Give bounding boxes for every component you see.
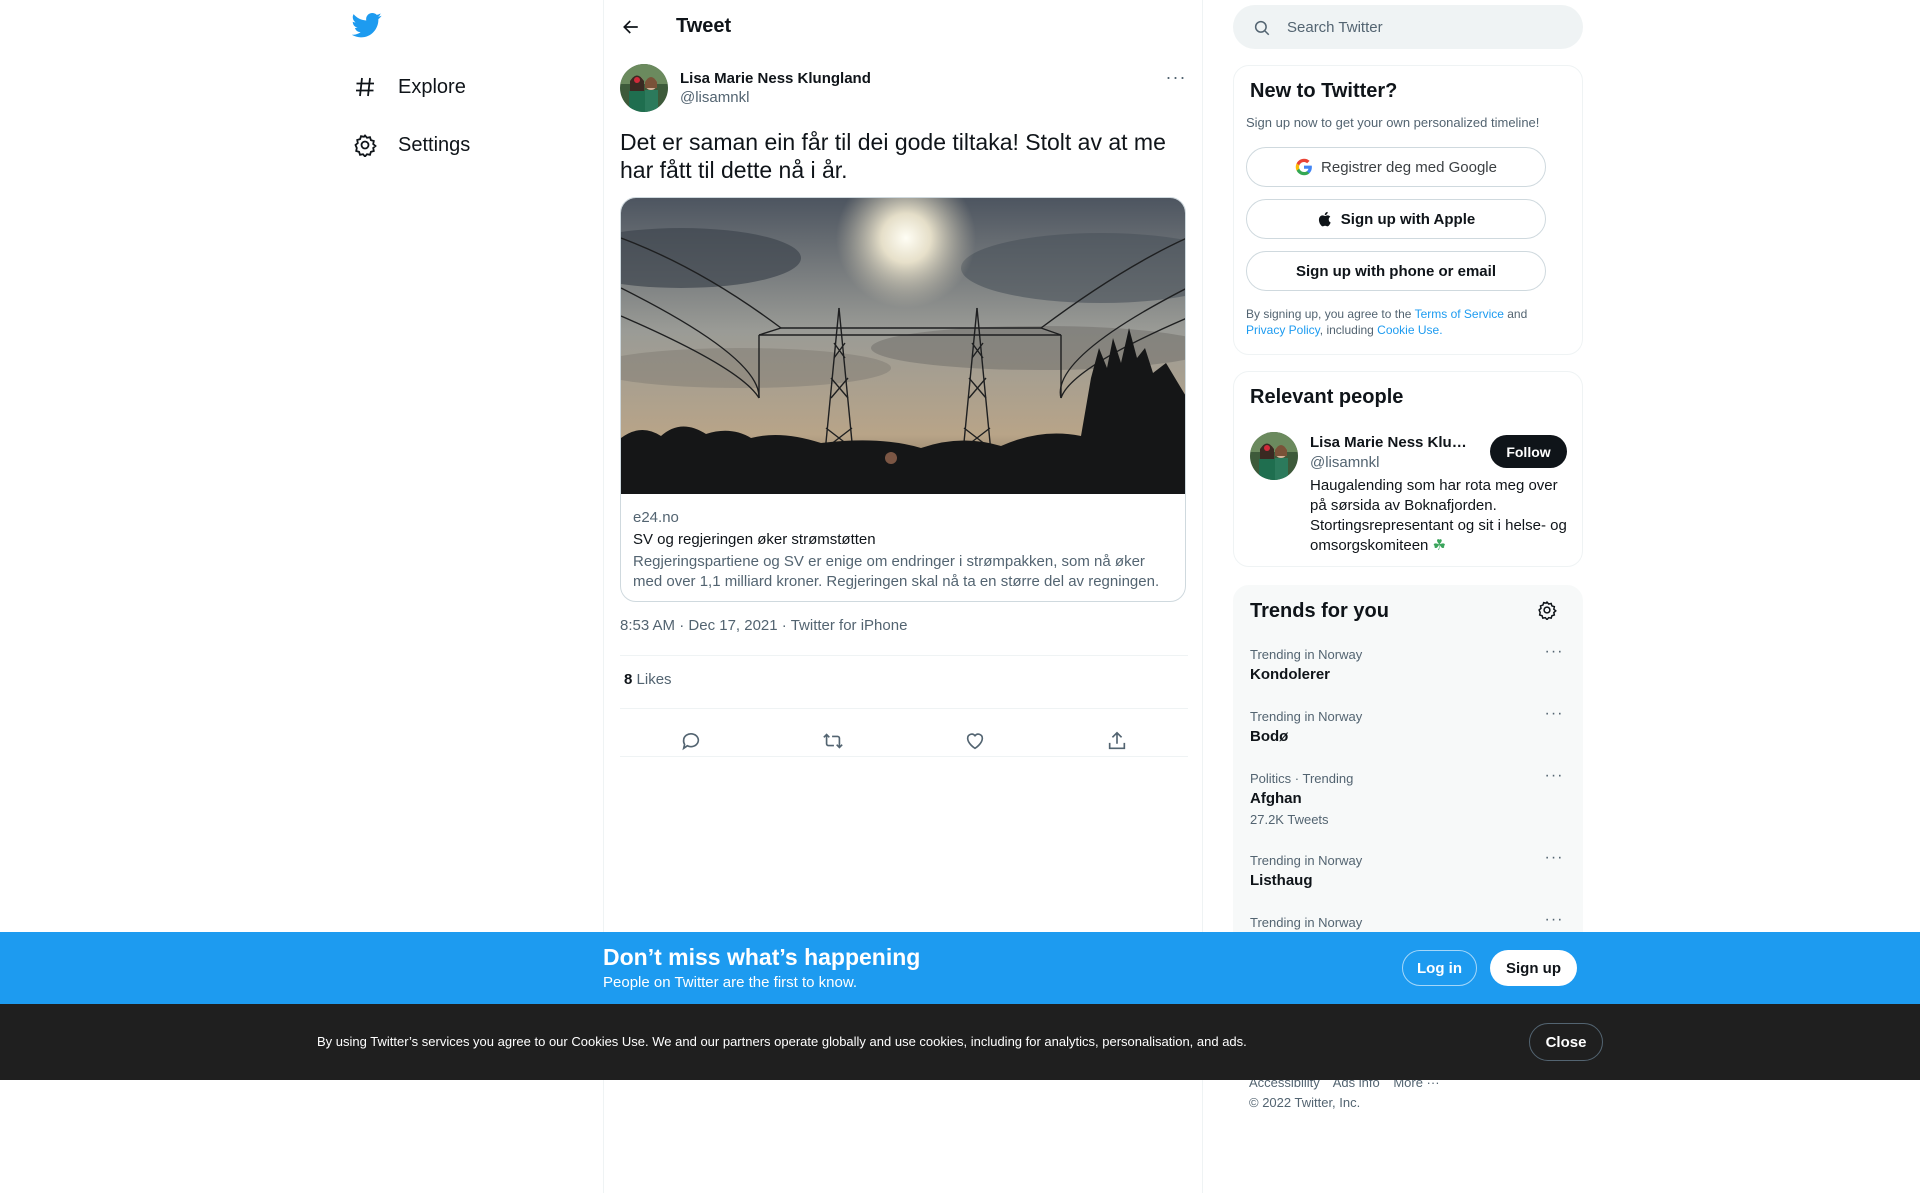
signup-button[interactable]: Sign up [1490,950,1577,986]
google-icon [1295,158,1313,176]
nav-settings-label: Settings [398,133,471,156]
cookie-text: By using Twitter’s services you agree to… [317,1034,1247,1049]
more-options-icon[interactable]: ··· [1164,68,1188,94]
settings-gear-icon[interactable] [1537,600,1559,622]
terms-link[interactable]: Terms of Service [1415,307,1504,321]
link-card[interactable]: e24.no SV og regjeringen øker strømstøtt… [620,197,1186,602]
divider [620,655,1188,656]
apple-signup-button[interactable]: Sign up with Apple [1246,199,1546,239]
likes-label: Likes [636,671,672,688]
meta-separator: · [777,617,791,634]
share-icon[interactable] [1046,718,1188,764]
banner-title: Don’t miss what’s happening [603,944,921,970]
tweet-author: Lisa Marie Ness Klungland @lisamnkl ··· [620,64,1188,114]
search-input[interactable] [1287,16,1557,38]
new-to-twitter-panel: New to Twitter? Sign up now to get your … [1233,65,1583,355]
twitter-bird-icon[interactable] [351,10,386,44]
card-domain: e24.no [633,509,679,526]
divider [620,708,1188,709]
google-signup-button[interactable]: Registrer deg med Google [1246,147,1546,187]
tweet-meta: 8:53 AM · Dec 17, 2021 · Twitter for iPh… [620,617,907,634]
card-description: Regjeringspartiene og SV er enige om end… [633,553,1160,590]
nav-settings[interactable]: Settings [352,125,470,165]
divider [620,756,1188,757]
legal-text: By signing up, you agree to the [1246,307,1415,321]
login-button[interactable]: Log in [1402,950,1477,986]
panel-title: Relevant people [1250,386,1404,408]
likes-count: 8 [624,671,633,688]
phone-email-signup-button[interactable]: Sign up with phone or email [1246,251,1546,291]
trend-category: Trending in Norway [1250,647,1363,662]
relevant-people-panel: Relevant people Lisa Marie Ness Klunglan… [1233,371,1583,567]
avatar[interactable] [1250,432,1298,480]
trend-category: Trending in Norway [1250,709,1363,724]
search-icon [1254,20,1270,36]
signup-banner: Don’t miss what’s happening People on Tw… [0,932,1920,1004]
google-signup-label: Registrer deg med Google [1321,158,1497,176]
relevant-person-bio: Haugalending som har rota meg over på sø… [1310,476,1572,556]
avatar[interactable] [620,64,668,112]
cookie-bar: By using Twitter’s services you agree to… [0,1004,1920,1080]
clover-emoji-icon: ☘ [1432,537,1447,554]
meta-separator: · [675,617,689,634]
tweet-actions [620,718,1188,764]
relevant-person-handle[interactable]: @lisamnkl [1310,454,1379,471]
search-bar [1233,5,1583,49]
cookie-link[interactable]: Cookie Use. [1377,323,1442,337]
tweet-source[interactable]: Twitter for iPhone [791,617,908,634]
retweet-icon[interactable] [762,718,904,764]
apple-signup-label: Sign up with Apple [1340,210,1476,228]
panel-title: Trends for you [1250,600,1389,622]
new-to-twitter-subtitle: Sign up now to get your own personalized… [1246,115,1540,130]
tweet-time[interactable]: 8:53 AM [620,617,675,634]
relevant-person-name[interactable]: Lisa Marie Ness Klungland [1310,434,1475,451]
legal-text: , including [1319,323,1378,337]
card-title: SV og regjeringen øker strømstøtten [633,531,876,548]
copyright: © 2022 Twitter, Inc. [1249,1095,1361,1110]
trend-name: Kondolerer [1250,666,1331,683]
back-arrow-icon[interactable] [618,14,644,40]
more-options-icon[interactable]: ··· [1544,912,1564,931]
trend-name: Bodø [1250,728,1289,745]
nav-explore-label: Explore [398,75,466,98]
trend-category: Trending in Norway [1250,853,1363,868]
signup-legal-text: By signing up, you agree to the Terms of… [1246,306,1566,338]
phone-email-signup-label: Sign up with phone or email [1295,262,1496,280]
trend-count: 27.2K Tweets [1250,812,1329,827]
legal-text: and [1503,307,1528,321]
tweet-text: Det er saman ein får til dei gode tiltak… [620,129,1166,183]
hashtag-icon [352,74,378,100]
panel-title: New to Twitter? [1250,80,1398,102]
trend-name: Afghan [1250,790,1302,807]
likes-stat[interactable]: 8 Likes [624,671,672,688]
more-options-icon[interactable]: ··· [1544,768,1564,787]
more-options-icon[interactable]: ··· [1544,850,1564,869]
banner-subtitle: People on Twitter are the first to know. [603,974,858,991]
apple-icon [1317,210,1333,228]
author-handle[interactable]: @lisamnkl [680,89,749,106]
follow-button[interactable]: Follow [1490,435,1567,468]
more-options-icon[interactable]: ··· [1544,644,1564,663]
trend-category: Trending in Norway [1250,915,1363,930]
more-options-icon[interactable]: ··· [1544,706,1564,725]
page-title: Tweet [676,15,732,37]
author-name[interactable]: Lisa Marie Ness Klungland [680,70,871,87]
close-button[interactable]: Close [1529,1023,1603,1061]
tweet-header: Tweet [604,0,1202,53]
reply-icon[interactable] [620,718,762,764]
tweet-date[interactable]: Dec 17, 2021 [688,617,777,634]
like-heart-icon[interactable] [904,718,1046,764]
trend-category: Politics · Trending [1250,771,1354,786]
card-body: e24.no SV og regjeringen øker strømstøtt… [633,508,1173,592]
nav-explore[interactable]: Explore [352,67,466,107]
privacy-link[interactable]: Privacy Policy [1246,323,1320,337]
trend-name: Listhaug [1250,872,1313,889]
card-image [621,198,1185,494]
gear-icon [352,132,378,158]
